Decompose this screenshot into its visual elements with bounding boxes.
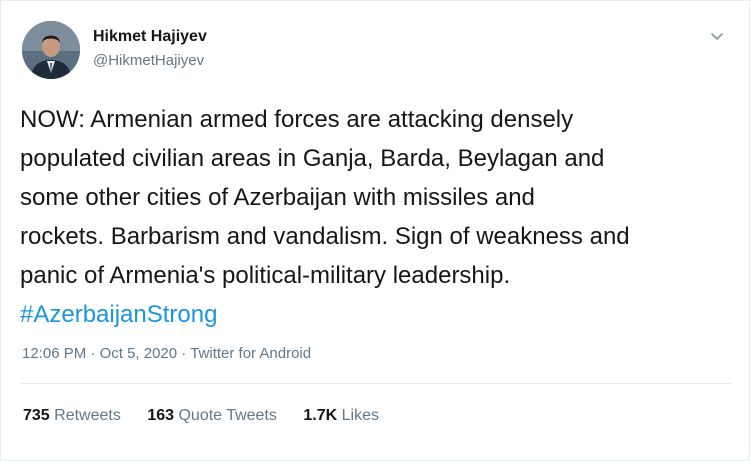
- tweet-text-line: populated civilian areas in Ganja, Barda…: [20, 145, 605, 172]
- tweet-text-line: some other cities of Azerbaijan with mis…: [20, 184, 535, 211]
- tweet-text-line: rockets. Barbarism and vandalism. Sign o…: [20, 223, 630, 250]
- tweet-text-line: panic of Armenia's political-military le…: [20, 262, 511, 289]
- tweet-date[interactable]: Oct 5, 2020: [100, 345, 178, 362]
- tweet-source[interactable]: Twitter for Android: [190, 345, 311, 362]
- quote-tweets-count: 163: [147, 407, 175, 424]
- chevron-down-icon[interactable]: [705, 26, 729, 46]
- divider: [20, 383, 732, 384]
- meta-separator: ·: [181, 345, 187, 362]
- tweet-stats: 735 Retweets 163 Quote Tweets 1.7K Likes: [23, 407, 401, 425]
- quote-tweets-stat[interactable]: 163 Quote Tweets: [147, 407, 277, 425]
- tweet-meta: 12:06 PM · Oct 5, 2020 · Twitter for And…: [22, 345, 311, 362]
- author-name[interactable]: Hikmet Hajiyev: [93, 28, 207, 46]
- tweet-text-line: NOW: Armenian armed forces are attacking…: [20, 106, 574, 133]
- tweet-time[interactable]: 12:06 PM: [22, 345, 86, 362]
- avatar[interactable]: [22, 21, 80, 79]
- likes-count: 1.7K: [303, 407, 338, 424]
- tweet-text: NOW: Armenian armed forces are attacking…: [20, 100, 742, 334]
- retweets-count: 735: [23, 407, 50, 424]
- retweets-label: Retweets: [54, 407, 121, 424]
- meta-separator: ·: [90, 345, 96, 362]
- likes-stat[interactable]: 1.7K Likes: [303, 407, 379, 425]
- likes-label: Likes: [341, 407, 379, 424]
- author-handle[interactable]: @HikmetHajiyev: [93, 52, 204, 69]
- quote-tweets-label: Quote Tweets: [178, 407, 277, 424]
- avatar-image: [22, 21, 80, 79]
- hashtag-link[interactable]: #AzerbaijanStrong: [20, 295, 742, 334]
- tweet-card: Hikmet Hajiyev @HikmetHajiyev NOW: Armen…: [0, 0, 750, 461]
- retweets-stat[interactable]: 735 Retweets: [23, 407, 121, 425]
